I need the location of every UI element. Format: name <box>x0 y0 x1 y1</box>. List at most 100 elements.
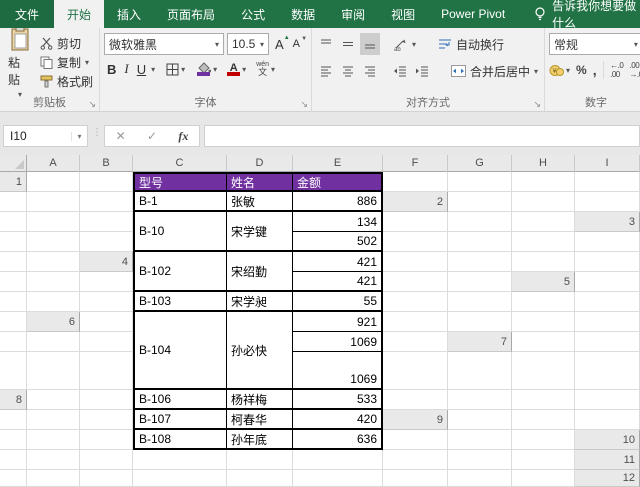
column-header-H[interactable]: H <box>512 155 575 172</box>
increase-decimal-button[interactable]: ←.0 .00 <box>610 61 624 79</box>
cell-H3[interactable] <box>0 252 27 272</box>
cell-F3[interactable] <box>512 232 575 252</box>
cell-H10[interactable] <box>448 450 512 470</box>
cell-G1[interactable] <box>0 192 27 212</box>
cell-B5[interactable] <box>0 292 27 312</box>
cell-D7[interactable] <box>27 352 80 390</box>
select-all-corner[interactable] <box>0 155 27 172</box>
column-header-G[interactable]: G <box>448 155 512 172</box>
formula-input[interactable] <box>204 125 640 147</box>
name-cell[interactable]: 孙年底 <box>227 430 293 450</box>
cell-B6[interactable] <box>383 312 448 332</box>
row-header-2[interactable]: 2 <box>383 192 448 212</box>
wrap-text-button[interactable]: 自动换行 <box>436 35 506 54</box>
cell-A1[interactable] <box>27 172 80 192</box>
amount-cell[interactable]: 636 <box>293 430 383 450</box>
formula-bar-splitter[interactable]: ⋮ <box>92 125 102 138</box>
cell-B10[interactable] <box>27 450 80 470</box>
cut-button[interactable]: 剪切 <box>38 34 95 53</box>
row-header-10[interactable]: 10 <box>575 430 640 450</box>
name-cell[interactable]: 杨祥梅 <box>227 390 293 410</box>
tab-review[interactable]: 审阅 <box>328 0 378 28</box>
column-header-A[interactable]: A <box>27 155 80 172</box>
row-header-1[interactable]: 1 <box>0 172 27 192</box>
table-header-model[interactable]: 型号 <box>133 172 227 192</box>
insert-function-button[interactable]: fx <box>178 129 188 144</box>
cell-A10[interactable] <box>0 450 27 470</box>
amount-cell[interactable]: 134 <box>293 212 383 232</box>
cell-A7[interactable] <box>512 332 575 352</box>
cell-H1[interactable] <box>27 192 80 212</box>
cell-I8[interactable] <box>80 410 133 430</box>
cell-D3[interactable] <box>383 232 448 252</box>
column-header-F[interactable]: F <box>383 155 448 172</box>
amount-cell[interactable]: 921 <box>293 312 383 332</box>
table-header-amount[interactable]: 金额 <box>293 172 383 192</box>
cell-D5[interactable] <box>80 292 133 312</box>
cell-E11[interactable] <box>227 470 293 487</box>
align-bottom-button[interactable] <box>360 33 380 55</box>
tab-home[interactable]: 开始 <box>54 0 105 28</box>
name-cell[interactable]: 宋学昶 <box>227 292 293 312</box>
model-cell[interactable]: B-103 <box>133 292 227 312</box>
cell-G11[interactable] <box>383 470 448 487</box>
cell-G7[interactable] <box>448 352 512 390</box>
number-format-combo[interactable]: 常规 ▾ <box>549 33 640 55</box>
cell-B4[interactable] <box>448 252 512 272</box>
cell-F1[interactable] <box>575 172 640 192</box>
name-cell[interactable]: 柯春华 <box>227 410 293 430</box>
cell-E9[interactable] <box>27 430 80 450</box>
cell-H5[interactable] <box>575 292 640 312</box>
increase-indent-button[interactable] <box>412 60 432 82</box>
cell-F8[interactable] <box>575 390 640 410</box>
cell-H9[interactable] <box>448 430 512 450</box>
model-cell[interactable]: B-106 <box>133 390 227 410</box>
cell-F6[interactable] <box>0 332 27 352</box>
cell-I5[interactable] <box>0 312 27 332</box>
cell-D4[interactable] <box>575 252 640 272</box>
alignment-dialog-launcher[interactable]: ↘ <box>533 100 541 109</box>
merge-center-dropdown-icon[interactable]: ▾ <box>534 67 538 76</box>
model-cell[interactable]: B-1 <box>133 192 227 212</box>
cell-C10[interactable] <box>80 450 133 470</box>
cell-H8[interactable] <box>27 410 80 430</box>
row-header-4[interactable]: 4 <box>80 252 133 272</box>
cell-H4[interactable] <box>383 272 448 292</box>
cell-G10[interactable] <box>383 450 448 470</box>
tab-file[interactable]: 文件 <box>0 0 55 28</box>
cell-G3[interactable] <box>575 232 640 252</box>
decrease-decimal-button[interactable]: .00 →.0 <box>630 61 640 79</box>
cell-B7[interactable] <box>575 332 640 352</box>
cell-A3[interactable] <box>0 232 27 252</box>
cell-D10[interactable] <box>133 450 227 470</box>
row-header-11[interactable]: 11 <box>575 450 640 470</box>
column-header-D[interactable]: D <box>227 155 293 172</box>
phonetic-dropdown-icon[interactable]: ▾ <box>271 65 275 74</box>
cell-H11[interactable] <box>448 470 512 487</box>
italic-button[interactable]: I <box>121 61 131 77</box>
tell-me-box[interactable]: 告诉我你想要做什么 <box>534 0 640 30</box>
row-header-9[interactable]: 9 <box>383 410 448 430</box>
name-box[interactable]: I10 ▾ <box>3 125 88 147</box>
tab-page-layout[interactable]: 页面布局 <box>154 0 228 28</box>
cell-F10[interactable] <box>293 450 383 470</box>
format-painter-button[interactable]: 格式刷 <box>38 72 95 91</box>
cell-D8[interactable] <box>448 390 512 410</box>
name-cell[interactable]: 宋绍勤 <box>227 252 293 292</box>
font-dialog-launcher[interactable]: ↘ <box>300 100 308 109</box>
align-center-button[interactable] <box>338 60 358 82</box>
cell-E1[interactable] <box>512 172 575 192</box>
cell-D2[interactable] <box>0 212 27 232</box>
cell-E7[interactable] <box>80 352 133 390</box>
model-cell[interactable]: B-102 <box>133 252 227 292</box>
cell-C1[interactable] <box>383 172 448 192</box>
row-header-8[interactable]: 8 <box>0 390 27 410</box>
cell-E3[interactable] <box>448 232 512 252</box>
cell-E2[interactable] <box>27 212 80 232</box>
name-cell[interactable]: 张敏 <box>227 192 293 212</box>
cell-C11[interactable] <box>80 470 133 487</box>
enter-check-icon[interactable]: ✓ <box>147 129 157 143</box>
model-cell[interactable]: B-107 <box>133 410 227 430</box>
grow-font-button[interactable]: A ▲ <box>272 35 290 52</box>
cell-F2[interactable] <box>80 212 133 232</box>
